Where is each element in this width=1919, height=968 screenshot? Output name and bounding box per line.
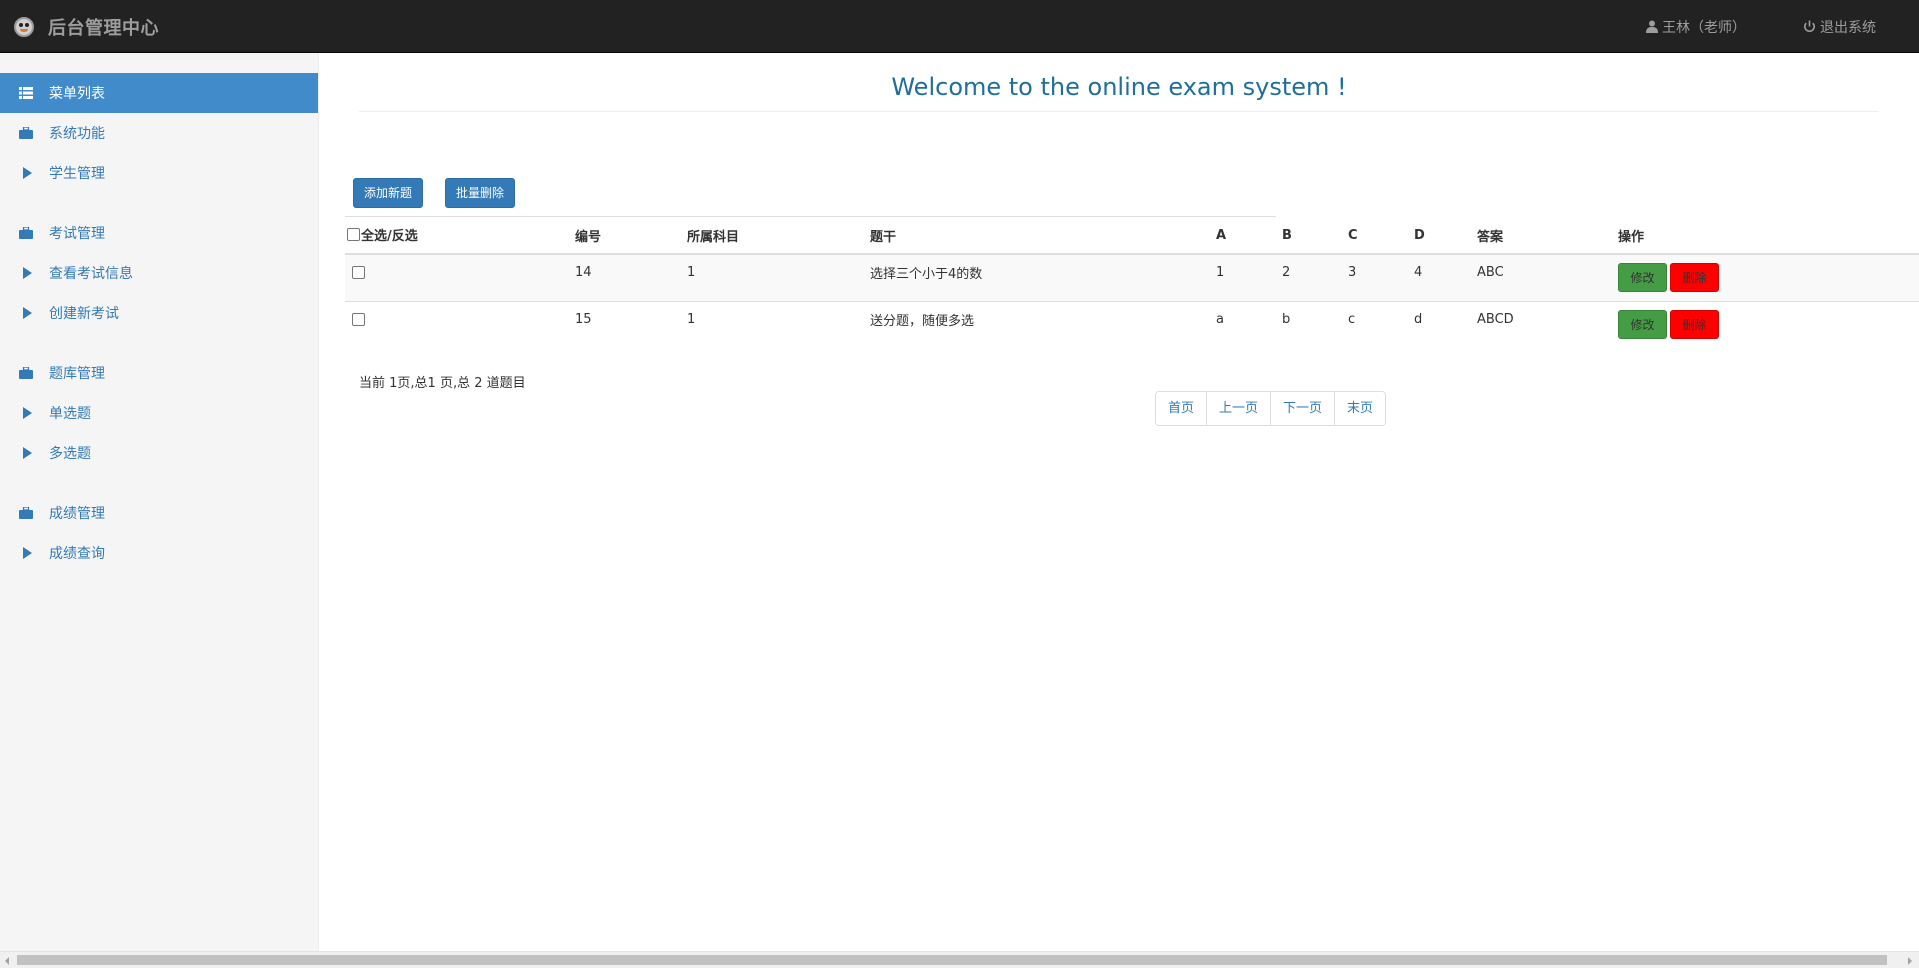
page-title: Welcome to the online exam system !	[359, 70, 1879, 112]
select-all-checkbox[interactable]	[347, 228, 360, 241]
cell-b: 2	[1282, 265, 1291, 281]
sidebar-item-create-exam[interactable]: 创建新考试	[0, 293, 318, 333]
cell-d: 4	[1414, 265, 1423, 281]
header-d: D	[1408, 217, 1471, 255]
pager-first[interactable]: 首页	[1156, 392, 1207, 425]
logout-label: 退出系统	[1820, 19, 1876, 36]
header-select-all[interactable]: 全选/反选	[345, 217, 569, 255]
edit-button[interactable]: 修改	[1618, 263, 1667, 293]
top-navbar: 后台管理中心 王林（老师） 退出系统	[0, 0, 1919, 53]
pager-next[interactable]: 下一页	[1270, 392, 1335, 425]
sidebar-item-students[interactable]: 学生管理	[0, 153, 318, 193]
pagination: 首页 上一页 下一页 末页	[1155, 391, 1387, 426]
horizontal-scrollbar[interactable]	[0, 951, 1919, 968]
cell-subject: 1	[687, 265, 696, 281]
delete-button[interactable]: 删除	[1670, 263, 1719, 293]
brand[interactable]: 后台管理中心	[14, 0, 159, 53]
briefcase-icon	[19, 366, 33, 380]
table-header-row: 全选/反选 编号 所属科目 题干 A B C D 答案 操作	[345, 217, 1919, 255]
edit-button[interactable]: 修改	[1618, 310, 1667, 340]
sidebar-item-menu-list[interactable]: 菜单列表	[0, 73, 318, 113]
sidebar-item-multiple-choice[interactable]: 多选题	[0, 433, 318, 473]
sidebar-item-label: 成绩查询	[49, 546, 105, 562]
main-content: Welcome to the online exam system ! 添加新题…	[320, 53, 1919, 951]
cell-id: 15	[575, 312, 592, 328]
pager-prev[interactable]: 上一页	[1206, 392, 1271, 425]
cell-id: 14	[575, 265, 592, 281]
table-row: 15 1 送分题，随便多选 a b c d ABCD 修改 删除	[345, 300, 1919, 348]
row-checkbox[interactable]	[352, 266, 365, 280]
briefcase-icon	[19, 126, 33, 140]
cell-subject: 1	[687, 312, 696, 328]
cell-d: d	[1414, 312, 1423, 328]
table-row: 14 1 选择三个小于4的数 1 2 3 4 ABC 修改 删除	[345, 253, 1919, 301]
cell-stem: 送分题，随便多选	[870, 314, 975, 330]
sidebar-item-label: 学生管理	[49, 166, 105, 182]
delete-button[interactable]: 删除	[1670, 310, 1719, 340]
cell-c: 3	[1348, 265, 1357, 281]
triangle-right-icon	[19, 166, 33, 180]
header-answer: 答案	[1471, 217, 1612, 255]
header-ops: 操作	[1612, 217, 1919, 255]
cell-a: a	[1216, 312, 1224, 328]
cell-a: 1	[1216, 265, 1225, 281]
cell-b: b	[1282, 312, 1291, 328]
scroll-right-icon[interactable]	[1908, 957, 1912, 965]
cell-c: c	[1348, 312, 1356, 328]
header-subject: 所属科目	[681, 217, 864, 255]
header-a: A	[1210, 217, 1276, 255]
triangle-right-icon	[19, 406, 33, 420]
add-question-button[interactable]: 添加新题	[353, 178, 423, 208]
triangle-right-icon	[19, 306, 33, 320]
cell-answer: ABCD	[1477, 312, 1514, 328]
header-id: 编号	[569, 217, 681, 255]
triangle-right-icon	[19, 266, 33, 280]
sidebar-item-single-choice[interactable]: 单选题	[0, 393, 318, 433]
scroll-left-icon[interactable]	[5, 957, 9, 965]
row-checkbox[interactable]	[352, 313, 365, 327]
sidebar-item-system[interactable]: 系统功能	[0, 113, 318, 153]
header-b: B	[1276, 217, 1342, 255]
user-menu[interactable]: 王林（老师）	[1646, 0, 1746, 53]
briefcase-icon	[19, 506, 33, 520]
user-name: 王林（老师）	[1662, 19, 1746, 36]
sidebar-item-grade-query[interactable]: 成绩查询	[0, 533, 318, 573]
sidebar-item-label: 系统功能	[49, 126, 105, 142]
user-icon	[1646, 20, 1658, 33]
sidebar-item-label: 考试管理	[49, 226, 105, 242]
sidebar-item-exams[interactable]: 考试管理	[0, 213, 318, 253]
sidebar-item-label: 单选题	[49, 406, 91, 422]
page-info: 当前 1页,总1 页,总 2 道题目	[359, 376, 526, 391]
briefcase-icon	[19, 226, 33, 240]
brand-title: 后台管理中心	[48, 17, 159, 39]
sidebar-item-label: 成绩管理	[49, 506, 105, 522]
power-icon	[1804, 20, 1815, 32]
logout-link[interactable]: 退出系统	[1803, 0, 1876, 53]
cell-answer: ABC	[1477, 265, 1504, 281]
sidebar-item-label: 创建新考试	[49, 306, 119, 322]
header-stem: 题干	[864, 217, 1210, 255]
sidebar-item-label: 菜单列表	[49, 86, 105, 102]
triangle-right-icon	[19, 546, 33, 560]
pager-last[interactable]: 末页	[1334, 392, 1386, 425]
header-label: 全选/反选	[361, 229, 418, 244]
sidebar: 菜单列表 系统功能 学生管理 考试管理 查看考试信息 创建新考试 题库管理 单选…	[0, 53, 319, 951]
sidebar-item-view-exam-info[interactable]: 查看考试信息	[0, 253, 318, 293]
sidebar-item-label: 多选题	[49, 446, 91, 462]
batch-delete-button[interactable]: 批量删除	[445, 178, 515, 208]
triangle-right-icon	[19, 446, 33, 460]
header-c: C	[1342, 217, 1408, 255]
grid-list-icon	[19, 86, 33, 100]
cell-stem: 选择三个小于4的数	[870, 267, 983, 283]
sidebar-item-question-bank[interactable]: 题库管理	[0, 353, 318, 393]
logo-icon	[14, 16, 34, 37]
scrollbar-thumb[interactable]	[17, 955, 1887, 965]
sidebar-item-label: 题库管理	[49, 366, 105, 382]
sidebar-item-grades[interactable]: 成绩管理	[0, 493, 318, 533]
questions-table: 全选/反选 编号 所属科目 题干 A B C D 答案 操作 14 1 选择三个…	[345, 217, 1919, 348]
sidebar-item-label: 查看考试信息	[49, 266, 133, 282]
